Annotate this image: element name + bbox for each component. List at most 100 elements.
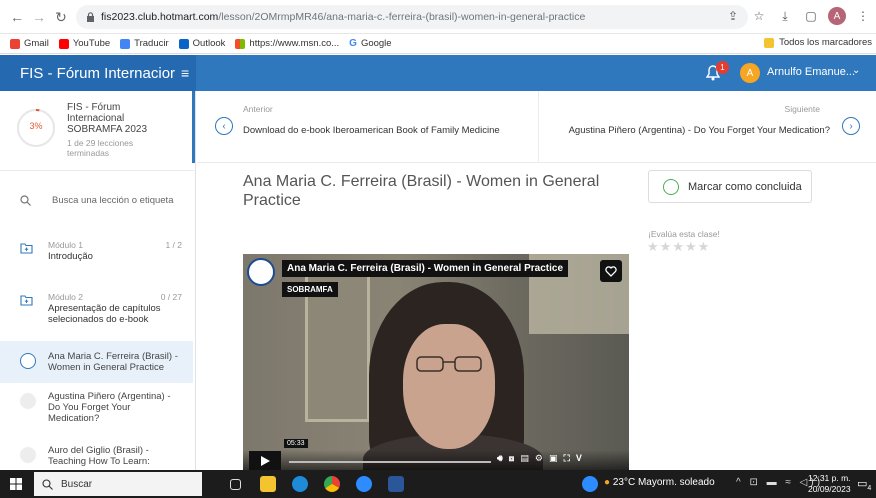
previous-label: Anterior xyxy=(243,104,273,114)
bookmark-traducir[interactable]: Traducir xyxy=(120,38,169,49)
video-title[interactable]: Ana Maria C. Ferreira (Brasil) - Women i… xyxy=(282,260,569,277)
user-name[interactable]: Arnulfo Emanue... xyxy=(767,66,855,78)
weather-widget[interactable]: ● 23°C Mayorm. soleado xyxy=(604,477,715,488)
task-view-icon[interactable] xyxy=(230,479,241,490)
edge-icon[interactable] xyxy=(292,476,308,492)
bookmark-gmail[interactable]: Gmail xyxy=(10,38,49,49)
video-channel[interactable]: SOBRAMFA xyxy=(282,282,338,297)
os-taskbar: Buscar ● 23°C Mayorm. soleado ^ ⊡ ▬ ≈ ◁)… xyxy=(0,470,876,498)
all-bookmarks-folder[interactable]: Todos los marcadores xyxy=(764,37,872,48)
share-icon[interactable]: ⇪ xyxy=(724,6,742,26)
module-title: Apresentação de capítulos selecionados d… xyxy=(48,303,161,325)
play-icon xyxy=(260,455,270,466)
star-icon[interactable]: ★ xyxy=(698,239,710,255)
previous-lesson-icon[interactable]: ‹ xyxy=(215,117,233,135)
user-avatar[interactable]: A xyxy=(740,63,760,83)
window-icon[interactable]: ▢ xyxy=(802,6,820,26)
forward-icon[interactable]: → xyxy=(28,6,50,28)
module-label: Módulo 2 xyxy=(48,292,83,302)
search-icon xyxy=(42,478,53,490)
course-title: FIS - Fórum Internacional SOBRAMFA 2023 xyxy=(67,102,148,135)
windows-start-icon[interactable] xyxy=(10,478,22,490)
lesson-title: Agustina Piñero (Argentina) - Do You For… xyxy=(48,391,171,424)
gmail-icon xyxy=(10,38,20,49)
next-lesson-link[interactable]: Agustina Piñero (Argentina) - Do You For… xyxy=(569,125,830,136)
sun-icon: ● xyxy=(604,477,611,488)
lesson-item-active[interactable]: Ana Maria C. Ferreira (Brasil) - Women i… xyxy=(0,341,193,383)
hamburger-menu-icon[interactable]: ≡ xyxy=(181,65,189,81)
next-lesson-icon[interactable]: › xyxy=(842,117,860,135)
file-explorer-icon[interactable] xyxy=(260,476,276,492)
help-icon[interactable] xyxy=(582,476,598,492)
notification-badge: 1 xyxy=(716,61,729,74)
rating-stars: ★ ★ ★ ★ ★ xyxy=(647,239,709,255)
lesson-item[interactable]: Agustina Piñero (Argentina) - Do You For… xyxy=(0,389,193,429)
course-brand[interactable]: FIS - Fórum Internacior ≡ xyxy=(0,55,196,91)
folder-icon xyxy=(20,295,33,306)
search-input[interactable]: Busca una lección o etiqueta xyxy=(52,195,173,206)
lesson-status-icon xyxy=(20,447,36,463)
page-title: Ana Maria C. Ferreira (Brasil) - Women i… xyxy=(243,173,600,209)
outlook-icon xyxy=(178,38,189,49)
star-icon[interactable]: ★ xyxy=(660,239,672,255)
clock-date: 20/09/2023 xyxy=(808,484,851,494)
folder-icon xyxy=(20,243,33,254)
heart-icon[interactable] xyxy=(600,260,622,282)
seek-bar[interactable] xyxy=(289,461,491,463)
settings-gear-icon[interactable]: ⚙ xyxy=(535,453,543,464)
progress-percent: 3% xyxy=(29,121,43,131)
bookmark-outlook[interactable]: Outlook xyxy=(178,38,225,49)
word-icon[interactable] xyxy=(388,476,404,492)
star-icon[interactable]: ★ xyxy=(672,239,684,255)
mark-complete-button[interactable]: Marcar como concluida xyxy=(648,170,812,203)
star-icon[interactable]: ★ xyxy=(685,239,697,255)
lesson-search[interactable]: Busca una lección o etiqueta xyxy=(0,187,195,215)
zoom-icon[interactable] xyxy=(356,476,372,492)
reload-icon[interactable]: ↻ xyxy=(50,6,72,28)
lesson-item[interactable]: Auro del Giglio (Brasil) - Teaching How … xyxy=(0,443,193,470)
nav-divider xyxy=(538,91,539,163)
browser-toolbar: ← → ↻ fis2023.club.hotmart.com/lesson/2O… xyxy=(0,0,876,34)
previous-lesson-link[interactable]: Download do e-book Iberoamerican Book of… xyxy=(243,125,500,136)
play-button[interactable] xyxy=(249,451,281,470)
bookmark-youtube[interactable]: YouTube xyxy=(58,38,110,49)
google-icon: G xyxy=(349,38,357,49)
fullscreen-icon[interactable]: ⛶ xyxy=(564,453,570,464)
url-host: fis2023.club.hotmart.com xyxy=(101,11,219,23)
address-bar[interactable]: fis2023.club.hotmart.com/lesson/2OMrmpMR… xyxy=(76,5,748,29)
channel-logo[interactable] xyxy=(247,258,275,286)
player-icons: 🔊︎ ⧈ ▤ ⚙ ▣ ⛶ V xyxy=(497,453,582,464)
module-1[interactable]: Módulo 1 1 / 2 Introdução xyxy=(0,240,195,274)
volume-icon[interactable]: 🔊︎ xyxy=(497,453,503,464)
chevron-down-icon[interactable]: ⌄ xyxy=(852,65,860,76)
chrome-icon[interactable] xyxy=(324,476,340,492)
notification-center-icon[interactable]: ▭4 xyxy=(857,477,871,492)
back-icon[interactable]: ← xyxy=(6,6,28,28)
video-player[interactable]: Ana Maria C. Ferreira (Brasil) - Women i… xyxy=(243,254,629,470)
bookmark-google[interactable]: G Google xyxy=(349,38,391,49)
transcript-icon[interactable]: ▤ xyxy=(520,453,529,464)
vimeo-logo-icon[interactable]: V xyxy=(576,453,582,464)
module-count: 0 / 27 xyxy=(160,292,182,302)
next-label: Siguiente xyxy=(784,104,820,114)
bookmarks-bar: Gmail YouTube Traducir Outlook https://w… xyxy=(0,34,876,54)
msn-icon xyxy=(235,38,246,49)
weather-label: 23°C Mayorm. soleado xyxy=(612,477,715,488)
lock-icon xyxy=(87,12,94,22)
bookmark-msn[interactable]: https://www.msn.co... xyxy=(235,38,339,49)
sidebar-scrollbar[interactable] xyxy=(192,91,195,163)
pip-icon[interactable]: ▣ xyxy=(549,453,558,464)
star-icon[interactable]: ★ xyxy=(647,239,659,255)
taskbar-search[interactable]: Buscar xyxy=(34,472,202,496)
taskbar-clock[interactable]: 12:31 p. m. 20/09/2023 xyxy=(808,473,851,495)
download-icon[interactable]: ⤓ xyxy=(776,6,794,26)
search-icon xyxy=(20,195,31,206)
star-bookmark-icon[interactable]: ☆ xyxy=(750,6,768,26)
video-speaker-glasses xyxy=(416,356,482,372)
captions-icon[interactable]: ⧈ xyxy=(509,453,515,464)
module-2[interactable]: Módulo 2 0 / 27 Apresentação de capítulo… xyxy=(0,292,195,332)
folder-icon xyxy=(764,37,775,48)
course-progress-card: 3% FIS - Fórum Internacional SOBRAMFA 20… xyxy=(0,91,195,171)
more-menu-icon[interactable]: ⋮ xyxy=(854,6,872,26)
browser-profile-avatar[interactable]: A xyxy=(828,7,846,25)
